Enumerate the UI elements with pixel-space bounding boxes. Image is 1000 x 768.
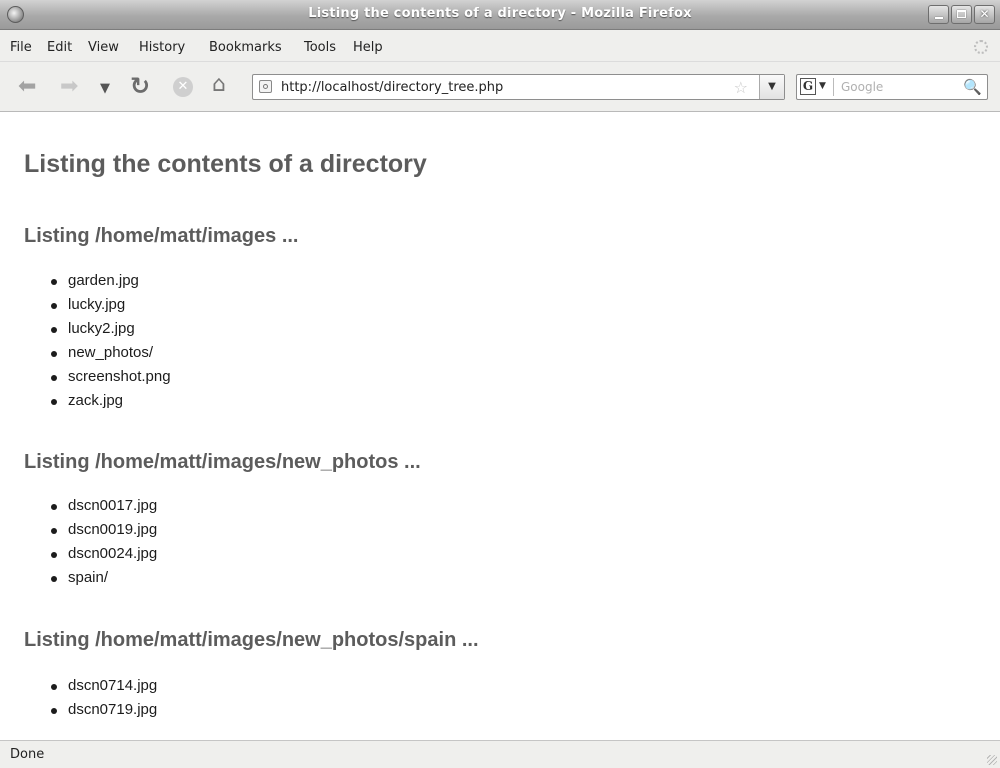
back-icon[interactable]: ⬅ (18, 76, 36, 98)
history-dropdown-icon[interactable]: ▼ (100, 82, 110, 95)
navigation-toolbar: ⬅ ➡ ▼ ↻ ✕ ⌂ http://localhost/directory_t… (0, 62, 1000, 112)
maximize-button[interactable] (951, 5, 972, 24)
list-item: lucky.jpg (51, 293, 171, 317)
home-icon[interactable]: ⌂ (212, 74, 226, 96)
search-engine-icon[interactable]: G (800, 78, 816, 95)
menu-help[interactable]: Help (353, 40, 383, 55)
file-list: dscn0714.jpg dscn0719.jpg (51, 674, 157, 722)
section-heading: Listing /home/matt/images ... (24, 225, 299, 247)
search-bar[interactable]: G ▼ Google 🔍 (796, 74, 988, 100)
close-button[interactable]: ✕ (974, 5, 995, 24)
menu-bookmarks[interactable]: Bookmarks (209, 40, 282, 55)
menu-file[interactable]: File (10, 40, 32, 55)
search-divider (833, 78, 834, 96)
page-favicon-icon (259, 80, 272, 93)
search-input[interactable]: Google (841, 80, 883, 94)
list-item: zack.jpg (51, 389, 171, 413)
window-title: Listing the contents of a directory - Mo… (308, 6, 692, 21)
file-list: dscn0017.jpg dscn0019.jpg dscn0024.jpg s… (51, 494, 157, 590)
menu-history[interactable]: History (139, 40, 185, 55)
list-item: garden.jpg (51, 269, 171, 293)
status-text: Done (10, 747, 45, 762)
menu-edit[interactable]: Edit (47, 40, 72, 55)
menu-tools[interactable]: Tools (304, 40, 336, 55)
url-bar[interactable]: http://localhost/directory_tree.php ☆ ▼ (252, 74, 785, 100)
list-item: spain/ (51, 566, 157, 590)
list-item: screenshot.png (51, 365, 171, 389)
status-bar: Done (0, 740, 1000, 768)
file-list: garden.jpg lucky.jpg lucky2.jpg new_phot… (51, 269, 171, 413)
list-item: dscn0024.jpg (51, 542, 157, 566)
page-content: Listing the contents of a directory List… (0, 112, 1000, 740)
list-item: dscn0714.jpg (51, 674, 157, 698)
page-title: Listing the contents of a directory (24, 150, 427, 178)
list-item: lucky2.jpg (51, 317, 171, 341)
resize-grip-icon[interactable] (987, 755, 997, 765)
url-history-dropdown-button[interactable]: ▼ (759, 75, 784, 99)
list-item: dscn0019.jpg (51, 518, 157, 542)
list-item: dscn0017.jpg (51, 494, 157, 518)
section-heading: Listing /home/matt/images/new_photos ... (24, 451, 421, 473)
reload-icon[interactable]: ↻ (130, 74, 150, 98)
window-controls: ✕ (928, 5, 995, 24)
window-title-bar[interactable]: Listing the contents of a directory - Mo… (0, 0, 1000, 30)
forward-icon[interactable]: ➡ (60, 76, 78, 98)
bookmark-star-icon[interactable]: ☆ (734, 78, 748, 97)
activity-throbber-icon (974, 40, 988, 54)
url-input[interactable]: http://localhost/directory_tree.php (281, 80, 503, 95)
list-item: dscn0719.jpg (51, 698, 157, 722)
search-icon[interactable]: 🔍 (963, 78, 982, 96)
search-engine-dropdown-icon[interactable]: ▼ (819, 81, 826, 91)
stop-icon[interactable]: ✕ (173, 77, 193, 97)
menu-view[interactable]: View (88, 40, 119, 55)
menu-bar: File Edit View History Bookmarks Tools H… (0, 30, 1000, 62)
section-heading: Listing /home/matt/images/new_photos/spa… (24, 629, 479, 651)
minimize-button[interactable] (928, 5, 949, 24)
list-item: new_photos/ (51, 341, 171, 365)
